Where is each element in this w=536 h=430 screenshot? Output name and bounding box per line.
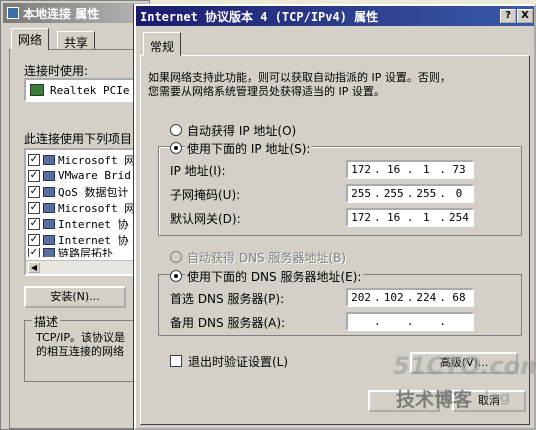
intro-line-2: 您需要从网络系统管理员处获得适当的 IP 设置。 (148, 85, 385, 98)
preferred-dns-label: 首选 DNS 服务器(P): (170, 292, 285, 306)
network-service-icon (43, 170, 55, 181)
auto-dns-radio[interactable] (170, 251, 182, 263)
watermark-blog-suffix: log (484, 388, 511, 406)
bg-window-icon (7, 7, 19, 19)
validate-label[interactable]: 退出时验证设置(L) (188, 353, 288, 370)
checkbox[interactable]: ✓ (28, 248, 40, 257)
network-client-icon (43, 154, 55, 165)
protocol-icon (43, 234, 55, 245)
list-item[interactable]: ✓ Internet 协 (28, 232, 129, 247)
scroll-left-icon[interactable]: ◀ (28, 262, 40, 273)
network-service-icon (43, 202, 55, 213)
help-button[interactable]: ? (500, 9, 516, 23)
preferred-dns-field[interactable]: 202. 102. 224. 68 (346, 288, 474, 307)
list-item[interactable]: ✓ 链路层拓扑 (28, 248, 113, 257)
checkbox[interactable]: ✓ (28, 185, 40, 198)
local-connection-properties-window: 本地连接 属性 网络 共享 连接时使用: Realtek PCIe 此连接使用下… (0, 0, 154, 430)
manual-dns-label[interactable]: 使用下面的 DNS 服务器地址(E): (185, 268, 364, 285)
list-item[interactable]: ✓ VMware Brid (28, 168, 131, 183)
tab-network[interactable]: 网络 (11, 28, 50, 50)
manual-ip-radio[interactable] (170, 142, 182, 154)
list-item[interactable]: ✓ Microsoft 网 (28, 200, 135, 215)
adapter-icon (30, 84, 44, 96)
watermark-site: 51CTO.com (393, 352, 536, 380)
description-label: 描述 (32, 313, 61, 330)
checkbox[interactable]: ✓ (28, 201, 40, 214)
subnet-mask-field[interactable]: 255. 255. 255. 0 (346, 184, 474, 203)
bg-window-title: 本地连接 属性 (23, 6, 100, 21)
bg-titlebar: 本地连接 属性 (3, 3, 147, 23)
watermark-blog: 技术博客 (396, 389, 473, 411)
bg-tab-panel: 连接时使用: Realtek PCIe 此连接使用下列项目 ✓ Microsoft… (9, 49, 154, 429)
list-item[interactable]: ✓ QoS 数据包计 (28, 184, 129, 199)
tab-general[interactable]: 常规 (143, 32, 182, 56)
network-service-icon (43, 186, 55, 197)
auto-dns-label[interactable]: 自动获得 DNS 服务器地址(B) (187, 249, 346, 266)
gateway-label: 默认网关(D): (170, 212, 241, 226)
alternate-dns-label: 备用 DNS 服务器(A): (170, 316, 286, 330)
validate-checkbox[interactable] (170, 355, 182, 367)
dialog-title: Internet 协议版本 4 (TCP/IPv4) 属性 (140, 9, 379, 24)
checkbox[interactable]: ✓ (28, 233, 40, 246)
ip-address-label: IP 地址(I): (170, 164, 226, 178)
list-item[interactable]: ✓ Internet 协 (28, 216, 129, 231)
subnet-mask-label: 子网掩码(U): (170, 188, 241, 202)
description-line-2: 的相互连接的网络 (36, 345, 124, 358)
gateway-field[interactable]: 172. 16. 1. 254 (346, 208, 474, 227)
auto-ip-radio[interactable] (170, 124, 182, 136)
alternate-dns-field[interactable]: . . . (346, 312, 474, 331)
protocol-icon (43, 218, 55, 229)
checkbox[interactable]: ✓ (28, 153, 40, 166)
auto-ip-label[interactable]: 自动获得 IP 地址(O) (187, 122, 296, 139)
checkbox[interactable]: ✓ (28, 169, 40, 182)
manual-ip-label[interactable]: 使用下面的 IP 地址(S): (185, 140, 313, 157)
checkbox[interactable]: ✓ (28, 217, 40, 230)
connect-using-label: 连接时使用: (24, 64, 89, 78)
tab-sharing[interactable]: 共享 (57, 31, 96, 50)
fg-titlebar: Internet 协议版本 4 (TCP/IPv4) 属性 (136, 6, 534, 26)
ip-address-field[interactable]: 172. 16. 1. 73 (346, 160, 474, 179)
list-item[interactable]: ✓ Microsoft 网 (28, 152, 135, 167)
adapter-name: Realtek PCIe (50, 84, 130, 97)
close-button[interactable]: X (517, 9, 533, 23)
protocol-icon (43, 248, 55, 257)
manual-dns-radio[interactable] (170, 270, 182, 282)
items-label: 此连接使用下列项目 (24, 132, 133, 146)
install-button[interactable]: 安装(N)... (24, 286, 126, 308)
